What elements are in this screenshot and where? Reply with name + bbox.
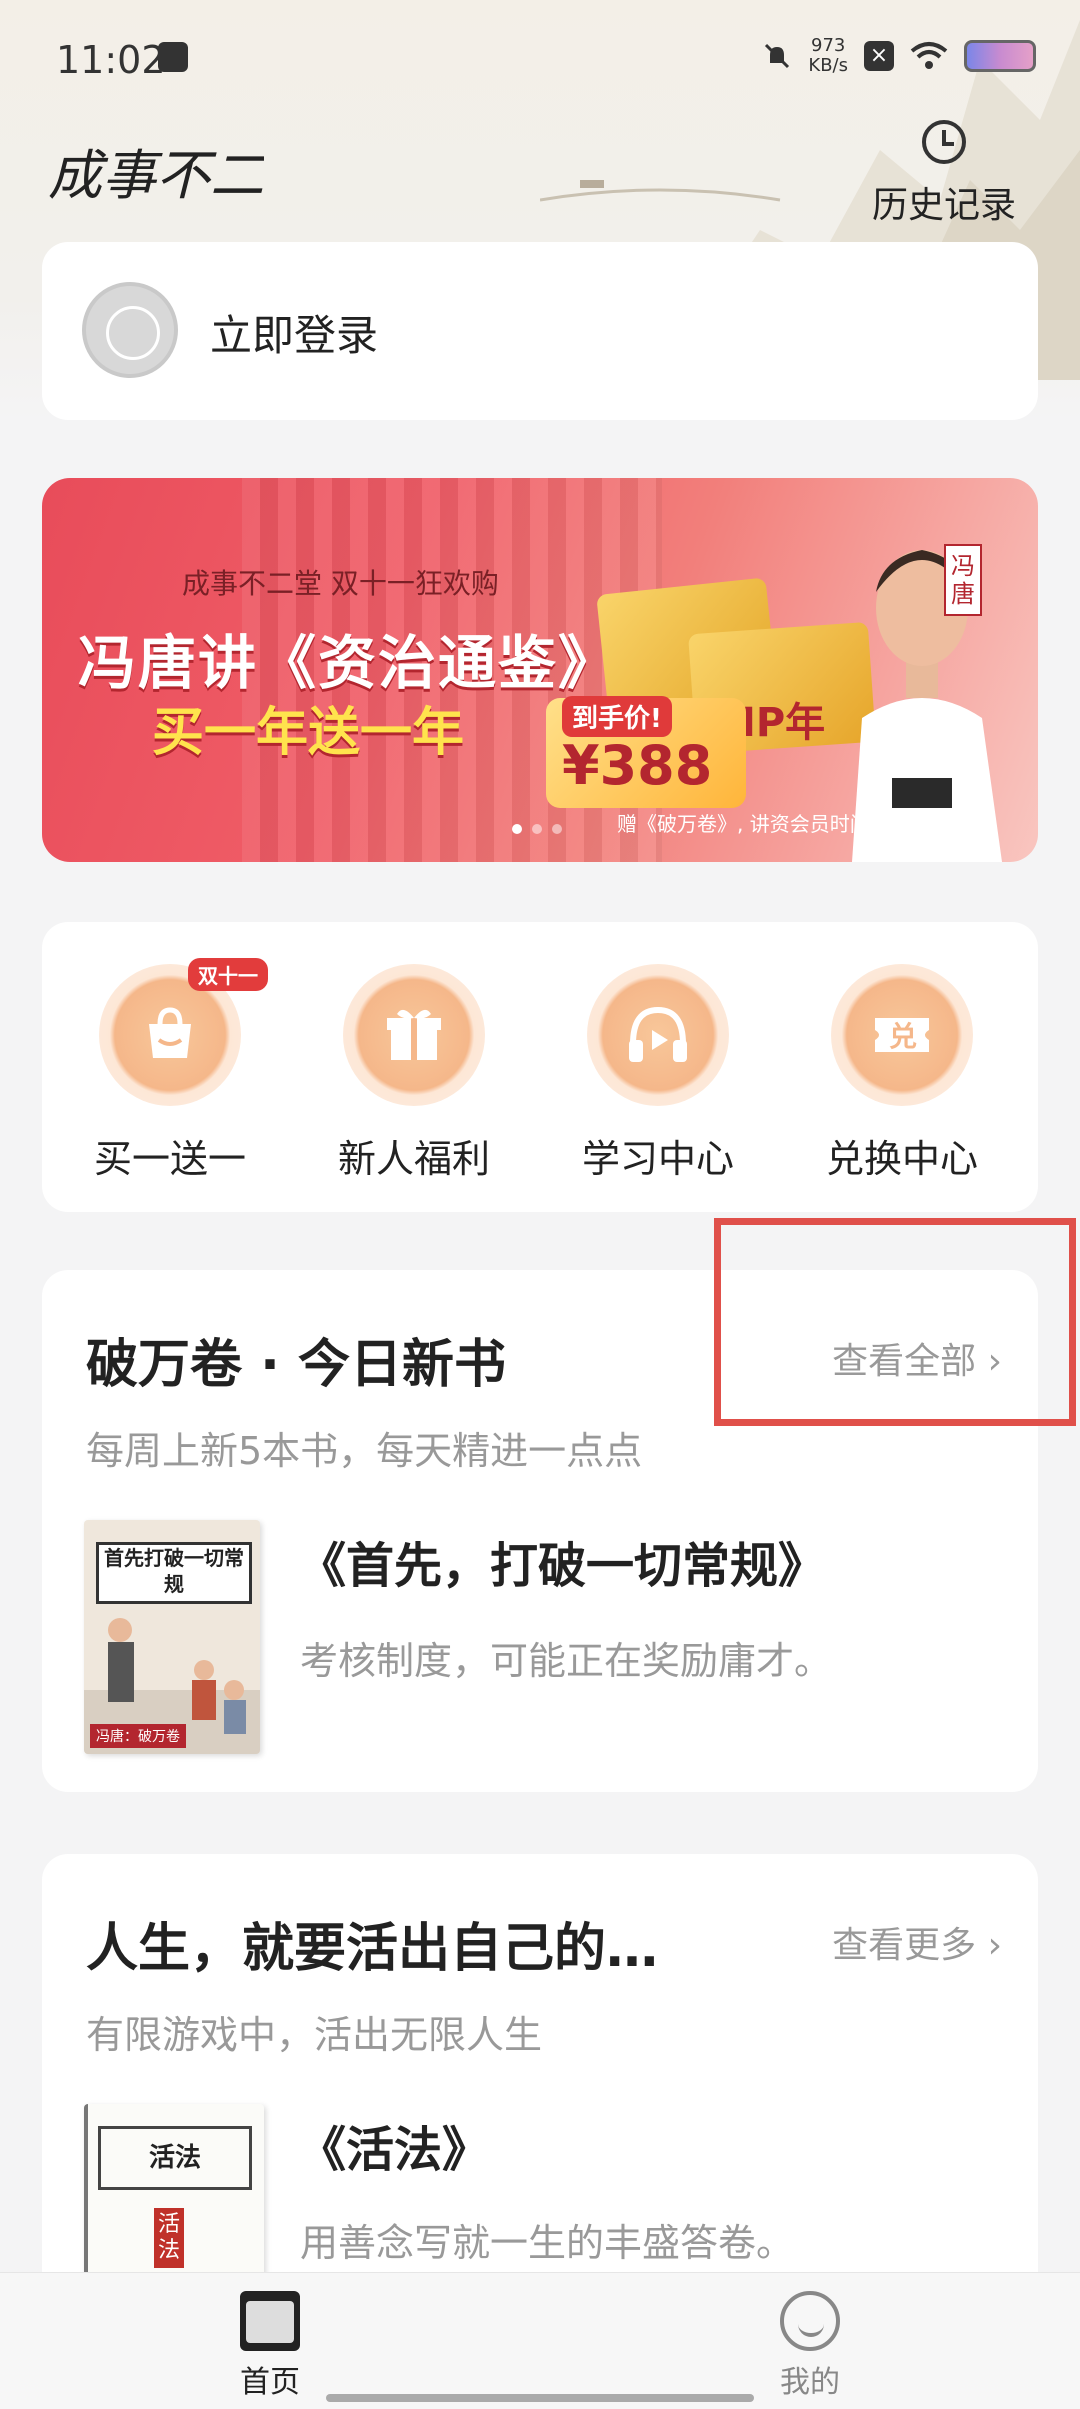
gift-icon: [343, 964, 485, 1106]
headphones-play-icon: [587, 964, 729, 1106]
section-title: 人生，就要活出自己的…: [86, 1919, 659, 1979]
status-time: 11:02: [56, 38, 166, 82]
network-speed: 973 KB/s: [808, 36, 848, 76]
carousel-dot[interactable]: [532, 824, 542, 834]
tab-home[interactable]: 首页: [190, 2291, 350, 2401]
banner-title: 冯唐讲《资治通鉴》: [78, 629, 619, 697]
banner-brand: 成事不二堂 双十一狂欢购: [182, 567, 499, 600]
history-button[interactable]: 历史记录: [864, 120, 1024, 230]
tab-me-label: 我的: [780, 2365, 840, 2400]
tab-me[interactable]: 我的: [730, 2291, 890, 2401]
status-bar: 11:02 973 KB/s ×: [0, 0, 1080, 120]
section-subtitle: 每周上新5本书，每天精进一点点: [86, 1429, 643, 1473]
avatar: [82, 282, 178, 378]
section-title: 破万卷 · 今日新书: [86, 1335, 506, 1395]
sim-off-icon: ×: [864, 41, 894, 71]
name-tag: 冯唐: [944, 544, 982, 616]
quick-action-label: 兑换中心: [825, 1137, 978, 1181]
promo-banner[interactable]: 成事不二堂 双十一狂欢购 冯唐讲《资治通鉴》 买一年送一年 VIP年 到手价! …: [42, 478, 1038, 862]
view-more-link[interactable]: 查看更多 ›: [832, 1916, 1002, 1968]
carousel-dot[interactable]: [512, 824, 522, 834]
promo-badge: 双十一: [188, 958, 268, 991]
cover-footer: 冯唐：破万卷: [90, 1724, 186, 1748]
view-more-label: 查看更多: [832, 1925, 977, 1966]
clock-icon: [922, 120, 966, 164]
quick-action-label: 学习中心: [581, 1137, 734, 1181]
highlight-box: [714, 1218, 1076, 1426]
home-book-icon: [240, 2291, 300, 2351]
quick-action-label: 新人福利: [337, 1137, 490, 1181]
price-tag: 到手价!: [562, 696, 672, 737]
cover-title: 活法: [98, 2126, 252, 2190]
chevron-right-icon: ›: [987, 1925, 1002, 1966]
quick-action-label: 买一送一: [93, 1137, 246, 1181]
login-card[interactable]: 立即登录: [42, 242, 1038, 420]
section-subtitle: 有限游戏中，活出无限人生: [86, 2013, 543, 2057]
banner-subtitle: 买一年送一年: [152, 703, 465, 763]
battery-icon: [964, 40, 1036, 72]
book-title[interactable]: 《活法》: [298, 2110, 490, 2180]
bottom-nav: 首页 我的: [0, 2272, 1080, 2409]
home-indicator[interactable]: [326, 2394, 754, 2402]
book-description: 用善念写就一生的丰盛答卷。: [300, 2221, 795, 2265]
quick-action-learning-center[interactable]: 学习中心: [558, 964, 758, 1183]
cover-title: 首先打破一切常规: [96, 1542, 252, 1604]
ticket-icon: 兑: [831, 964, 973, 1106]
book-description: 考核制度，可能正在奖励庸才。: [300, 1639, 833, 1683]
price-value: ¥388: [562, 734, 713, 797]
quick-actions: 双十一 买一送一 新人福利 学习中心 兑 兑换中心: [42, 922, 1038, 1212]
cover-seal: 活法: [154, 2208, 184, 2268]
mute-bell-icon: [765, 43, 790, 69]
notification-icon: [158, 42, 188, 72]
svg-text:成事不二堂: 成事不二堂: [48, 144, 264, 207]
quick-action-newcomer-benefits[interactable]: 新人福利: [314, 964, 514, 1183]
carousel-dots: [512, 824, 562, 834]
quick-action-redeem-center[interactable]: 兑 兑换中心: [802, 964, 1002, 1183]
history-label: 历史记录: [871, 185, 1016, 226]
status-icons: 973 KB/s ×: [762, 36, 1036, 76]
svg-text:兑: 兑: [889, 1020, 917, 1053]
network-speed-value: 973: [811, 35, 846, 56]
network-speed-unit: KB/s: [808, 55, 848, 76]
book-title[interactable]: 《首先，打破一切常规》: [298, 1526, 826, 1596]
quick-action-buy-one-get-one[interactable]: 双十一 买一送一: [70, 958, 270, 1183]
wifi-icon: [910, 42, 948, 69]
smiley-icon: [780, 2291, 840, 2351]
carousel-dot[interactable]: [552, 824, 562, 834]
app-logo: 成事不二堂: [48, 144, 264, 207]
book-cover[interactable]: 首先打破一切常规 冯唐：破万卷: [84, 1520, 260, 1754]
login-label: 立即登录: [210, 311, 379, 360]
author-portrait: [852, 550, 1002, 862]
